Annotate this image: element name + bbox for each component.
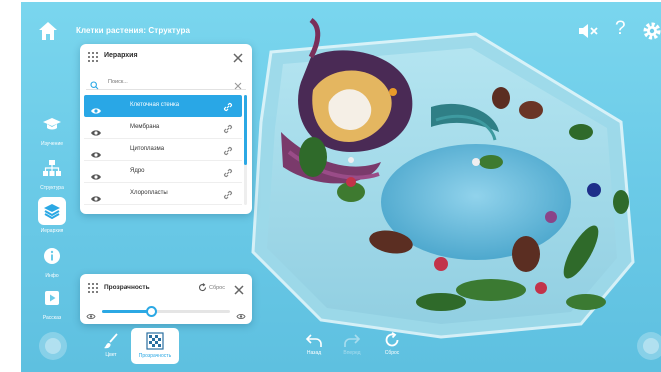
color-tool-label: Цвет	[105, 352, 117, 358]
link-icon[interactable]	[222, 166, 234, 184]
undo-icon	[305, 334, 322, 347]
color-tool-button[interactable]: Цвет	[97, 330, 125, 362]
link-icon[interactable]	[222, 100, 234, 118]
list-item[interactable]: Клеточная стенка	[84, 95, 242, 117]
reset-icon	[198, 283, 207, 292]
reset-view-label: Сброс	[384, 350, 400, 356]
back-button[interactable]: Назад	[299, 332, 329, 356]
eye-icon	[236, 307, 246, 325]
help-icon[interactable]: ?	[615, 19, 626, 38]
sidebar-label-study: Изучение	[40, 141, 64, 147]
clear-search-icon[interactable]	[234, 77, 242, 95]
list-item[interactable]: Ядро	[84, 161, 242, 183]
forward-button[interactable]: Вперед	[337, 332, 367, 356]
gear-icon[interactable]	[641, 20, 661, 42]
layers-icon	[38, 197, 66, 225]
search-icon	[90, 77, 99, 95]
back-label: Назад	[306, 350, 322, 356]
brush-icon	[104, 333, 118, 349]
reset-view-button[interactable]: Сброс	[377, 332, 407, 356]
slider-fill	[102, 310, 151, 313]
list-item-label: Хлоропласты	[130, 190, 168, 196]
transparency-reset-label: Сброс	[209, 284, 225, 291]
sidebar-label-hierarchy: Иерархия	[40, 228, 64, 234]
info-icon	[38, 242, 66, 270]
sidebar-item-info[interactable]: Инфо	[35, 242, 69, 279]
home-icon[interactable]	[37, 20, 59, 42]
redo-icon	[344, 334, 361, 347]
transparency-reset-button[interactable]: Сброс	[198, 283, 225, 292]
sidebar-label-structure: Структура	[40, 185, 64, 191]
app-title: Клетки растения: Структура	[76, 26, 191, 35]
transparency-panel: Прозрачность Сброс	[80, 274, 252, 324]
link-icon[interactable]	[222, 188, 234, 206]
hierarchy-tree-icon	[38, 154, 66, 182]
eye-icon	[86, 307, 96, 325]
list-item-label: Ядро	[130, 168, 145, 174]
joystick-left[interactable]	[39, 332, 67, 360]
chloroplast[interactable]	[299, 137, 327, 177]
list-item[interactable]: Хлоропласты	[84, 183, 242, 205]
transparency-tool-label: Прозрачность	[138, 353, 172, 359]
transparency-panel-title: Прозрачность	[104, 284, 150, 291]
graduation-cap-icon	[38, 110, 66, 138]
hierarchy-list: Клеточная стенка Мембрана Цитоплазма Ядр…	[84, 95, 242, 205]
list-scrollbar[interactable]	[244, 95, 247, 205]
reset-icon	[385, 332, 399, 347]
sidebar-item-hierarchy[interactable]: Иерархия	[35, 197, 69, 234]
list-item-label: Цитоплазма	[130, 146, 165, 152]
sidebar-item-study[interactable]: Изучение	[35, 110, 69, 147]
link-icon[interactable]	[222, 122, 234, 140]
hierarchy-panel-title: Иерархия	[104, 52, 138, 59]
sidebar-item-story[interactable]: Рассказ	[35, 284, 69, 321]
drag-handle-icon[interactable]	[88, 283, 98, 293]
hierarchy-panel: Иерархия Клеточная стенка	[80, 44, 252, 214]
close-icon[interactable]	[232, 51, 244, 63]
list-item[interactable]: Мембрана	[84, 117, 242, 139]
slider-handle[interactable]	[145, 306, 157, 317]
sidebar-item-structure[interactable]: Структура	[35, 154, 69, 191]
forward-label: Вперед	[343, 350, 361, 356]
sidebar-label-info: Инфо	[45, 273, 59, 279]
mute-icon[interactable]	[577, 22, 599, 40]
search-field	[86, 74, 246, 90]
drag-handle-icon[interactable]	[88, 52, 98, 62]
slider-track[interactable]	[102, 306, 230, 317]
transparency-grid-icon	[146, 332, 164, 350]
link-icon[interactable]	[222, 144, 234, 162]
list-item[interactable]: Цитоплазма	[84, 139, 242, 161]
transparency-tool-button[interactable]: Прозрачность	[131, 328, 179, 364]
app-window: Клетки растения: Структура ? Изучение Ст…	[21, 2, 661, 372]
joystick-right[interactable]	[637, 332, 661, 360]
transparency-slider[interactable]	[86, 304, 246, 319]
list-item-label: Мембрана	[130, 124, 160, 130]
close-icon[interactable]	[233, 283, 245, 295]
eye-icon[interactable]	[90, 190, 102, 208]
play-icon	[38, 284, 66, 312]
search-input[interactable]	[108, 76, 228, 88]
sidebar-label-story: Рассказ	[42, 315, 62, 321]
hierarchy-panel-header[interactable]: Иерархия	[80, 44, 252, 70]
peroxisome[interactable]	[346, 177, 356, 187]
mitochondrion[interactable]	[492, 87, 510, 109]
list-item-label: Клеточная стенка	[130, 102, 180, 108]
